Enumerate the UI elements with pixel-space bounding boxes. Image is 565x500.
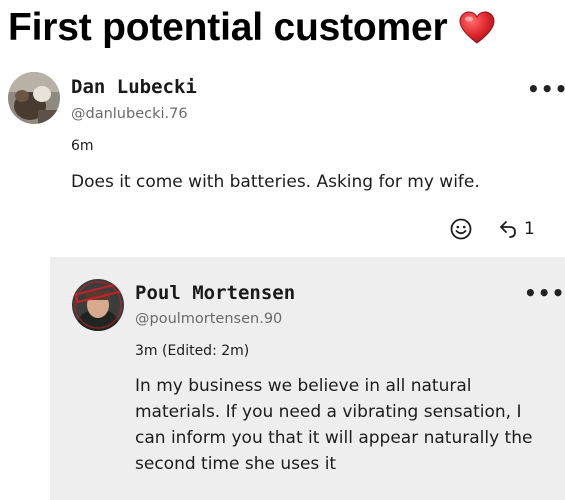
reply-text-line: second time she uses it (135, 454, 337, 474)
reply-text: In my business we believe in all natural… (135, 373, 555, 477)
reply-text-line: can inform you that it will appear natur… (135, 428, 533, 448)
reply-button[interactable]: 1 (498, 219, 535, 239)
headline-text: First potential customer (8, 6, 448, 49)
reply-text-line: materials. If you need a vibrating sensa… (135, 402, 522, 422)
comment-handle: @danlubecki.76 (71, 106, 188, 122)
comment-timestamp: 6m (71, 138, 94, 154)
comment: Dan Lubecki @danlubecki.76 ••• 6m Does i… (0, 66, 565, 252)
comment-text: Does it come with batteries. Asking for … (71, 172, 480, 192)
reply-arrow-icon (500, 221, 516, 238)
heart-icon (459, 11, 495, 45)
reply-handle: @poulmortensen.90 (135, 311, 283, 327)
avatar[interactable] (72, 279, 124, 331)
headline: First potential customer (8, 4, 495, 52)
reply-count: 1 (524, 219, 535, 239)
more-options-button[interactable]: ••• (524, 283, 565, 303)
comment-actions: 1 (450, 218, 535, 240)
reply-text-line: In my business we believe in all natural (135, 376, 472, 396)
avatar[interactable] (8, 72, 60, 124)
more-options-button[interactable]: ••• (527, 79, 565, 99)
reply-container: Poul Mortensen @poulmortensen.90 ••• 3m … (50, 257, 565, 500)
comment-author[interactable]: Dan Lubecki (71, 76, 197, 98)
reply-author[interactable]: Poul Mortensen (135, 282, 295, 304)
reply-timestamp: 3m (Edited: 2m) (135, 343, 250, 359)
smiley-icon (450, 218, 472, 240)
react-emoji-button[interactable] (450, 218, 472, 240)
